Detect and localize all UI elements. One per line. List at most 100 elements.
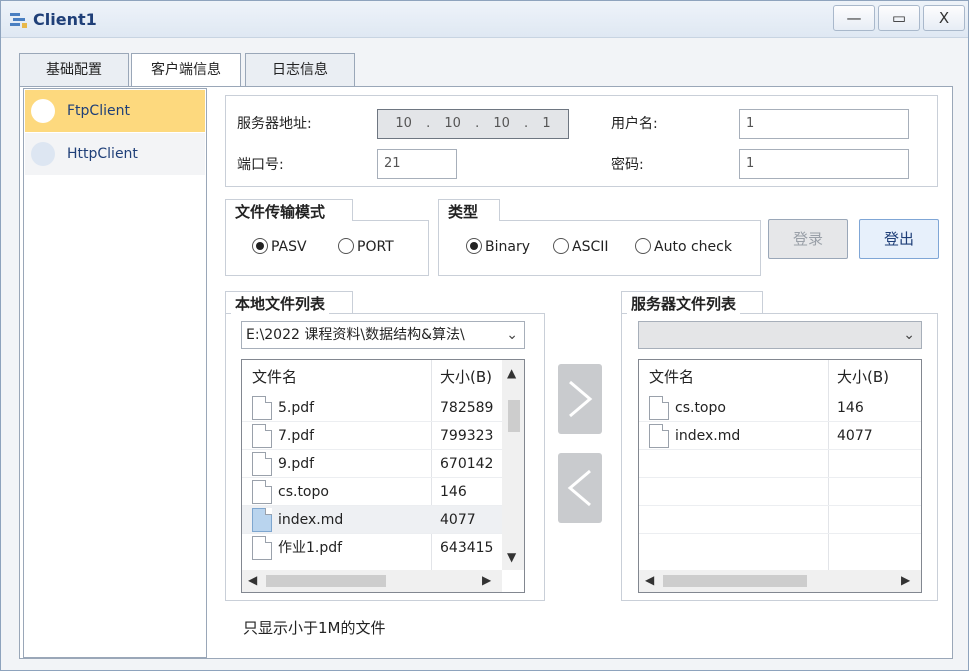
scroll-left-icon[interactable]: ◀ <box>248 573 257 587</box>
horizontal-scrollbar[interactable]: ◀ ▶ <box>242 570 502 592</box>
file-icon <box>252 452 272 476</box>
local-file-table[interactable]: 文件名 大小(B) 5.pdf 782589 7.pdf 799323 9.pd… <box>241 359 525 593</box>
radio-label: PORT <box>357 239 394 255</box>
server-file-table[interactable]: 文件名 大小(B) cs.topo 146 index.md 4077 ◀ ▶ <box>638 359 922 593</box>
password-input[interactable]: 1 <box>739 149 909 179</box>
radio-label: PASV <box>271 239 307 255</box>
scroll-thumb[interactable] <box>508 400 520 432</box>
column-header-size[interactable]: 大小(B) <box>432 360 502 394</box>
table-row-selected[interactable]: index.md 4077 <box>242 506 502 534</box>
ip-octet-4: 1 <box>542 116 551 131</box>
table-row[interactable]: index.md 4077 <box>639 422 921 450</box>
radio-ascii[interactable]: ASCII <box>553 238 609 256</box>
tab-client-info[interactable]: 客户端信息 <box>131 53 241 88</box>
file-name: cs.topo <box>675 400 726 416</box>
minimize-button[interactable]: — <box>833 5 875 31</box>
file-name: index.md <box>675 428 741 444</box>
server-path-select[interactable]: ⌄ <box>638 321 922 349</box>
file-size: 643415 <box>440 540 494 556</box>
ip-octet-2: 10 <box>444 116 461 131</box>
scroll-down-icon[interactable]: ▼ <box>507 550 516 564</box>
file-name: cs.topo <box>278 484 329 500</box>
title-bar[interactable]: Client1 — ▭ X <box>1 1 968 38</box>
scroll-left-icon[interactable]: ◀ <box>645 573 654 587</box>
maximize-button[interactable]: ▭ <box>878 5 920 31</box>
radio-auto-check[interactable]: Auto check <box>635 238 732 256</box>
file-icon <box>649 396 669 420</box>
file-name: index.md <box>278 512 344 528</box>
scroll-right-icon[interactable]: ▶ <box>901 573 910 587</box>
column-header-name[interactable]: 文件名 <box>639 360 829 394</box>
password-label: 密码: <box>611 157 644 173</box>
client-list: FtpClient HttpClient <box>23 88 207 658</box>
horizontal-scrollbar[interactable]: ◀ ▶ <box>639 570 921 592</box>
arrow-right-icon <box>569 380 593 418</box>
port-input[interactable]: 21 <box>377 149 457 179</box>
radio-unchecked-icon <box>553 238 569 254</box>
file-icon <box>252 480 272 504</box>
radio-unchecked-icon <box>338 238 354 254</box>
chevron-down-icon: ⌄ <box>903 327 915 343</box>
row-divider <box>639 477 921 478</box>
file-size: 670142 <box>440 456 494 472</box>
file-icon <box>649 424 669 448</box>
radio-binary[interactable]: Binary <box>466 238 530 256</box>
server-ip-input[interactable]: 10 . 10 . 10 . 1 <box>377 109 569 139</box>
file-size: 799323 <box>440 428 494 444</box>
vertical-scrollbar[interactable]: ▲ ▼ <box>502 360 524 570</box>
row-divider <box>639 533 921 534</box>
file-icon <box>252 396 272 420</box>
server-address-label: 服务器地址: <box>237 116 312 132</box>
tab-basic-config[interactable]: 基础配置 <box>19 53 129 87</box>
table-row[interactable]: cs.topo 146 <box>639 394 921 422</box>
client-item-label: HttpClient <box>67 146 138 162</box>
upload-button[interactable] <box>558 364 602 434</box>
radio-checked-icon <box>252 238 268 254</box>
radio-label: ASCII <box>572 239 609 255</box>
client-item-http[interactable]: HttpClient <box>25 133 205 175</box>
table-row[interactable]: 作业1.pdf 643415 <box>242 534 502 562</box>
username-label: 用户名: <box>611 116 658 132</box>
file-icon <box>252 536 272 560</box>
client-item-ftp[interactable]: FtpClient <box>25 90 205 132</box>
login-button[interactable]: 登录 <box>768 219 848 259</box>
table-row[interactable]: cs.topo 146 <box>242 478 502 506</box>
username-input[interactable]: 1 <box>739 109 909 139</box>
app-icon <box>10 13 27 28</box>
local-path-select[interactable]: E:\2022 课程资料\数据结构&算法\ ⌄ <box>241 321 525 349</box>
chevron-down-icon: ⌄ <box>506 327 518 343</box>
table-row[interactable]: 5.pdf 782589 <box>242 394 502 422</box>
column-header-name[interactable]: 文件名 <box>242 360 432 394</box>
radio-pasv[interactable]: PASV <box>252 238 307 256</box>
radio-unchecked-icon <box>635 238 651 254</box>
radio-checked-icon <box>466 238 482 254</box>
column-separator <box>828 360 829 570</box>
row-divider <box>639 449 921 450</box>
file-name: 作业1.pdf <box>278 540 343 556</box>
scroll-right-icon[interactable]: ▶ <box>482 573 491 587</box>
local-path-value: E:\2022 课程资料\数据结构&算法\ <box>246 327 465 343</box>
scroll-up-icon[interactable]: ▲ <box>507 366 516 380</box>
file-size: 782589 <box>440 400 494 416</box>
file-size-note: 只显示小于1M的文件 <box>243 619 386 637</box>
type-title: 类型 <box>444 201 483 222</box>
file-size: 146 <box>837 400 864 416</box>
tab-log-info[interactable]: 日志信息 <box>245 53 355 87</box>
file-icon <box>252 508 272 532</box>
port-label: 端口号: <box>237 157 284 173</box>
http-client-icon <box>31 142 55 166</box>
table-row[interactable]: 7.pdf 799323 <box>242 422 502 450</box>
radio-port[interactable]: PORT <box>338 238 394 256</box>
ip-octet-3: 10 <box>493 116 510 131</box>
close-button[interactable]: X <box>923 5 965 31</box>
logout-button[interactable]: 登出 <box>859 219 939 259</box>
column-header-size[interactable]: 大小(B) <box>829 360 919 394</box>
table-row[interactable]: 9.pdf 670142 <box>242 450 502 478</box>
scroll-thumb[interactable] <box>663 575 807 587</box>
file-name: 9.pdf <box>278 456 315 472</box>
scroll-thumb[interactable] <box>266 575 386 587</box>
server-files-title: 服务器文件列表 <box>627 293 741 314</box>
download-button[interactable] <box>558 453 602 523</box>
local-files-title: 本地文件列表 <box>231 293 330 314</box>
file-name: 5.pdf <box>278 400 315 416</box>
